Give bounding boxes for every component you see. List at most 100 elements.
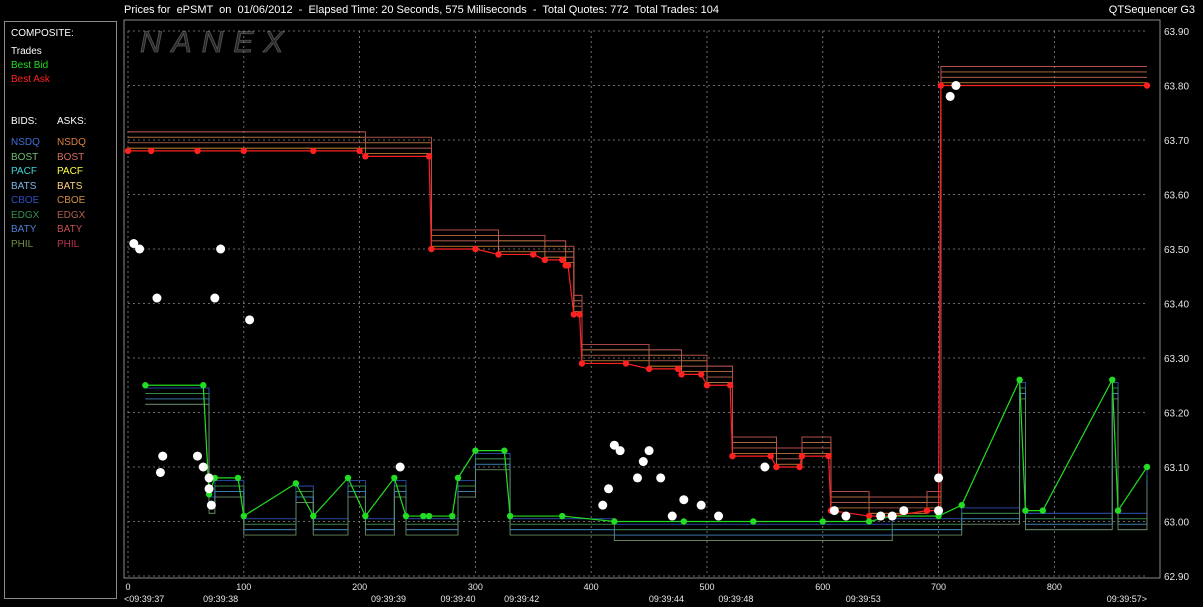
best-ask-point (495, 251, 502, 258)
best-ask-point (570, 311, 578, 318)
trade-point (696, 500, 706, 510)
legend-bid-edgx: EDGX (11, 209, 40, 221)
y-axis: 63.90 63.80 63.70 63.60 63.50 63.40 63.30 63.20… (1164, 27, 1189, 583)
y-tick-label: 63.30 (1164, 354, 1189, 365)
best-bid-point (425, 512, 433, 520)
trade-point (667, 511, 677, 521)
best-bid-point (310, 512, 317, 520)
trade-point (598, 500, 608, 510)
legend-best-ask: Best Ask (11, 74, 50, 85)
best-ask-point (729, 452, 736, 460)
legend-bid-bats: BATS (11, 180, 37, 192)
trade-point (245, 315, 255, 325)
best-ask-point (703, 382, 711, 389)
trade-point (899, 506, 909, 516)
best-bid-point (234, 474, 242, 482)
best-bid-point (449, 512, 456, 520)
best-ask-point (530, 251, 537, 258)
best-bid-point (958, 501, 965, 509)
trade-point (615, 446, 625, 456)
x-axis: 0 100 200 300 400 500 600 700 800 <09:39:37 09:39:… (124, 582, 1147, 604)
best-ask-point (645, 365, 653, 373)
legend-bid-bost: BOST (11, 151, 39, 163)
legend-ask-baty: BATY (57, 224, 83, 235)
best-ask-point (310, 147, 317, 155)
best-bid-point (362, 512, 369, 520)
y-tick-label: 63.00 (1164, 518, 1189, 529)
best-ask-point (674, 365, 682, 373)
best-bid-point (391, 474, 398, 482)
best-bid-point (865, 518, 873, 525)
best-ask-point (428, 245, 435, 253)
trade-point (198, 462, 208, 472)
app-name: QTSequencer G3 (1108, 4, 1195, 16)
best-ask-point (726, 382, 734, 389)
trade-point (760, 462, 770, 472)
time-label: 09:39:57> (1107, 594, 1147, 604)
y-tick-label: 63.20 (1164, 409, 1189, 420)
best-ask-point (541, 256, 549, 264)
trade-point (887, 511, 897, 521)
legend-ask-edgx: EDGX (57, 209, 86, 221)
best-ask-point (767, 452, 774, 460)
trade-point (204, 484, 214, 494)
trade-point (204, 473, 214, 483)
best-ask-point (472, 245, 479, 253)
x-tick-label: 700 (931, 582, 946, 592)
trade-point (155, 467, 165, 477)
y-tick-label: 63.70 (1164, 136, 1189, 147)
trade-point (679, 495, 689, 505)
best-ask-point (564, 262, 572, 269)
best-ask-point (356, 147, 363, 155)
best-ask-point (240, 147, 247, 155)
trade-point (951, 81, 961, 90)
trade-point (945, 91, 955, 101)
best-ask-point (937, 82, 945, 89)
best-ask-point (697, 371, 705, 378)
price-chart: NANEX 63.9063.8063.7063.6063.5063.4063.3… (123, 19, 1189, 604)
best-ask-point (578, 360, 586, 367)
best-ask-point (576, 311, 583, 318)
legend-ask-bost: BOST (57, 151, 85, 163)
time-label: 09:39:44 (649, 594, 684, 604)
legend-panel: COMPOSITE: Trades Best Bid Best Ask BIDS… (4, 21, 117, 599)
legend-ask-bats: BATS (57, 180, 83, 192)
best-bid-point (292, 480, 300, 487)
best-bid-point (1114, 507, 1122, 514)
time-label: 09:39:38 (203, 594, 238, 604)
best-bid-point (402, 512, 410, 520)
y-tick-label: 63.50 (1164, 245, 1189, 256)
legend-bid-pacf: PACF (11, 166, 37, 177)
trade-point (714, 511, 724, 521)
trade-point (395, 462, 405, 472)
best-bid-point (1016, 376, 1023, 383)
legend-ask-cboe: CBOE (57, 195, 86, 206)
best-bid-point (680, 518, 688, 525)
trade-point (934, 506, 944, 516)
best-bid-point (1039, 507, 1046, 514)
x-tick-label: 0 (125, 582, 130, 592)
y-tick-label: 63.40 (1164, 300, 1189, 311)
legend-bid-nsdq: NSDQ (11, 137, 40, 148)
trade-point (192, 451, 202, 461)
trade-point (604, 484, 614, 494)
x-tick-label: 300 (468, 582, 483, 592)
best-bid-point (1022, 507, 1029, 514)
trade-point (638, 457, 648, 467)
legend-asks-header: ASKS: (57, 116, 87, 127)
trade-point (829, 506, 839, 516)
trade-point (152, 293, 162, 303)
trade-point (206, 500, 216, 510)
best-bid-point (611, 518, 618, 525)
best-bid-point (142, 382, 149, 389)
trade-point (876, 511, 886, 521)
x-tick-label: 200 (352, 582, 367, 592)
best-ask-point (1143, 82, 1151, 89)
trade-point (633, 473, 642, 483)
trade-point (216, 244, 226, 254)
best-ask-point (798, 452, 806, 460)
best-bid-point (819, 518, 826, 525)
y-tick-label: 63.60 (1164, 191, 1189, 202)
top-bar: Prices for ePSMT on 01/06/2012 - Elapsed… (0, 0, 1203, 20)
best-ask-point (796, 463, 803, 471)
